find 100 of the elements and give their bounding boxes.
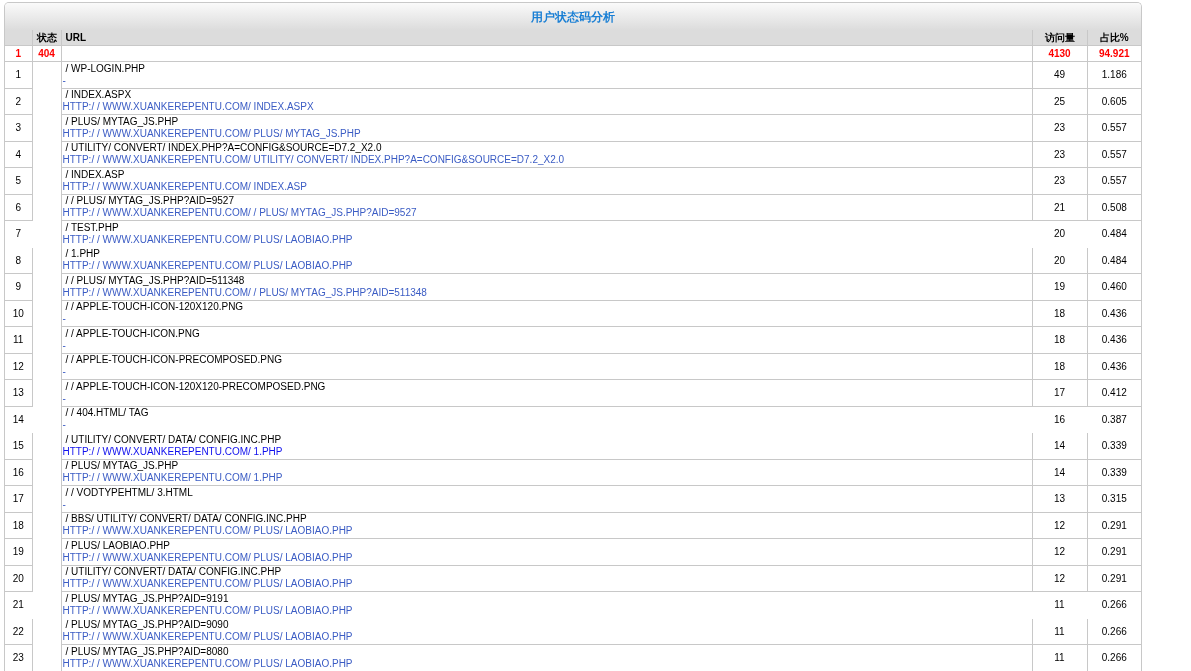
referrer-link[interactable]: HTTP:/ / WWW.XUANKEREPENTU.COM/ PLUS/ LAOBIAO.PHP xyxy=(62,578,353,591)
visit-count: 23 xyxy=(1053,122,1066,134)
referrer-link[interactable]: HTTP:/ / WWW.XUANKEREPENTU.COM/ PLUS/ LAOBIAO.PHP xyxy=(62,604,353,617)
url-path: / UTILITY/ CONVERT/ INDEX.PHP?A=CONFIG&SOURCE=D7.2_X2.0 xyxy=(64,142,382,155)
row-index: 2 xyxy=(5,88,32,115)
visit-count: 18 xyxy=(1053,307,1066,319)
visit-count: 11 xyxy=(1054,599,1065,611)
referrer-link[interactable]: HTTP:/ / WWW.XUANKEREPENTU.COM/ PLUS/ LAOBIAO.PHP xyxy=(62,657,353,670)
url-path: / PLUS/ MYTAG_JS.PHP xyxy=(64,460,179,473)
referrer-link[interactable]: HTTP:/ / WWW.XUANKEREPENTU.COM/ UTILITY/ CONVERT/ INDEX.PHP?A=CONFIG&SOURCE=D7.2_X2.0 xyxy=(62,154,565,167)
referrer-link[interactable]: HTTP:/ / WWW.XUANKEREPENTU.COM/ / PLUS/ MYTAG_JS.PHP?AID=9527 xyxy=(62,207,417,220)
referrer-link[interactable]: HTTP:/ / WWW.XUANKEREPENTU.COM/ PLUS/ LAOBIAO.PHP xyxy=(62,631,353,644)
row-index: 7 xyxy=(5,220,32,247)
row-index: 1 xyxy=(5,61,32,88)
url-path: / PLUS/ MYTAG_JS.PHP?AID=9191 xyxy=(64,592,229,605)
visit-count: 25 xyxy=(1053,95,1066,107)
referrer-link[interactable]: - xyxy=(62,339,66,352)
referrer-link[interactable]: HTTP:/ / WWW.XUANKEREPENTU.COM/ PLUS/ LAOBIAO.PHP xyxy=(62,260,353,273)
column-header: 访问量 xyxy=(1032,30,1087,46)
url-path: / WP-LOGIN.PHP xyxy=(64,62,145,75)
referrer-link[interactable]: HTTP:/ / WWW.XUANKEREPENTU.COM/ PLUS/ LAOBIAO.PHP xyxy=(62,525,353,538)
share-percent: 0.557 xyxy=(1101,175,1127,187)
share-percent: 0.508 xyxy=(1101,201,1127,213)
share-percent: 0.291 xyxy=(1101,546,1127,558)
visit-count: 23 xyxy=(1053,148,1066,160)
referrer-link[interactable]: - xyxy=(62,419,66,432)
row-index: 16 xyxy=(5,459,32,486)
share-percent: 0.436 xyxy=(1101,360,1127,372)
row-index: 3 xyxy=(5,114,32,141)
share-percent: 0.484 xyxy=(1101,254,1127,266)
row-index: 5 xyxy=(5,167,32,194)
referrer-link[interactable]: HTTP:/ / WWW.XUANKEREPENTU.COM/ 1.PHP xyxy=(62,472,283,485)
visit-count: 18 xyxy=(1053,334,1066,346)
url-path: / TEST.PHP xyxy=(64,221,119,234)
row-index: 14 xyxy=(5,406,32,433)
url-path: / / APPLE-TOUCH-ICON-120X120.PNG xyxy=(64,301,244,314)
url-path: / 1.PHP xyxy=(64,248,100,261)
row-index: 15 xyxy=(5,432,32,459)
row-index: 20 xyxy=(5,565,32,592)
visit-count: 14 xyxy=(1053,440,1066,452)
url-path: / / PLUS/ MYTAG_JS.PHP?AID=9527 xyxy=(64,195,234,208)
share-percent: 1.186 xyxy=(1101,69,1127,81)
row-index: 18 xyxy=(5,512,32,539)
share-percent: 0.436 xyxy=(1101,334,1127,346)
share-percent: 0.315 xyxy=(1101,493,1127,505)
url-path: / / APPLE-TOUCH-ICON-PRECOMPOSED.PNG xyxy=(64,354,282,367)
column-header: URL xyxy=(61,30,1032,46)
url-path: / PLUS/ MYTAG_JS.PHP?AID=8080 xyxy=(64,645,229,658)
referrer-link[interactable]: HTTP:/ / WWW.XUANKEREPENTU.COM/ PLUS/ MYTAG_JS.PHP xyxy=(62,127,361,140)
share-percent: 0.460 xyxy=(1101,281,1127,293)
visit-count: 12 xyxy=(1053,546,1066,558)
visit-count: 16 xyxy=(1053,413,1066,425)
share-percent: 0.605 xyxy=(1101,95,1127,107)
referrer-link[interactable]: - xyxy=(62,313,66,326)
visit-count: 17 xyxy=(1053,387,1066,399)
referrer-link[interactable]: HTTP:/ / WWW.XUANKEREPENTU.COM/ INDEX.ASP xyxy=(62,180,307,193)
share-percent: 0.436 xyxy=(1101,307,1127,319)
referrer-link[interactable]: HTTP:/ / WWW.XUANKEREPENTU.COM/ PLUS/ LAOBIAO.PHP xyxy=(62,233,353,246)
visit-count: 12 xyxy=(1053,519,1066,531)
url-path: / / APPLE-TOUCH-ICON.PNG xyxy=(64,327,200,340)
row-index: 8 xyxy=(5,247,32,274)
share-percent: 0.557 xyxy=(1101,122,1127,134)
referrer-link[interactable]: HTTP:/ / WWW.XUANKEREPENTU.COM/ PLUS/ LAOBIAO.PHP xyxy=(62,551,353,564)
referrer-link[interactable]: - xyxy=(62,392,66,405)
referrer-link[interactable]: HTTP:/ / WWW.XUANKEREPENTU.COM/ INDEX.ASPX xyxy=(62,101,314,114)
row-index: 9 xyxy=(5,273,32,300)
summary-index: 1 xyxy=(15,48,22,59)
referrer-link[interactable]: HTTP:/ / WWW.XUANKEREPENTU.COM/ / PLUS/ MYTAG_JS.PHP?AID=511348 xyxy=(62,286,427,299)
visit-count: 13 xyxy=(1053,493,1066,505)
visit-count: 18 xyxy=(1053,360,1066,372)
visit-count: 14 xyxy=(1053,466,1066,478)
row-index: 13 xyxy=(5,379,32,406)
url-path: / BBS/ UTILITY/ CONVERT/ DATA/ CONFIG.INC.PHP xyxy=(64,513,307,526)
url-path: / INDEX.ASPX xyxy=(64,89,132,102)
url-path: / UTILITY/ CONVERT/ DATA/ CONFIG.INC.PHP xyxy=(64,566,282,579)
visit-count: 11 xyxy=(1054,652,1065,664)
row-index: 10 xyxy=(5,300,32,327)
share-percent: 0.266 xyxy=(1101,652,1127,664)
referrer-link[interactable]: HTTP:/ / WWW.XUANKEREPENTU.COM/ 1.PHP xyxy=(62,445,283,458)
url-path: / PLUS/ MYTAG_JS.PHP xyxy=(64,115,179,128)
referrer-link[interactable]: - xyxy=(62,366,66,379)
referrer-link[interactable]: - xyxy=(62,498,66,511)
share-percent: 0.291 xyxy=(1101,572,1127,584)
row-index: 19 xyxy=(5,538,32,565)
visit-count: 21 xyxy=(1053,201,1066,213)
visit-count: 20 xyxy=(1053,254,1066,266)
url-path: / / 404.HTML/ TAG xyxy=(64,407,149,420)
share-percent: 0.412 xyxy=(1101,387,1127,399)
visit-count: 11 xyxy=(1054,625,1065,637)
visit-count: 20 xyxy=(1053,228,1066,240)
summary-visits: 4130 xyxy=(1048,48,1071,59)
url-path: / PLUS/ MYTAG_JS.PHP?AID=9090 xyxy=(64,619,229,632)
url-path: / UTILITY/ CONVERT/ DATA/ CONFIG.INC.PHP xyxy=(64,433,282,446)
url-path: / INDEX.ASP xyxy=(64,168,125,181)
row-index: 12 xyxy=(5,353,32,380)
visit-count: 19 xyxy=(1053,281,1066,293)
status-code: 404 xyxy=(38,48,55,59)
panel-title: 用户状态码分析 xyxy=(531,8,615,26)
referrer-link[interactable]: - xyxy=(62,74,66,87)
share-percent: 0.557 xyxy=(1101,148,1127,160)
